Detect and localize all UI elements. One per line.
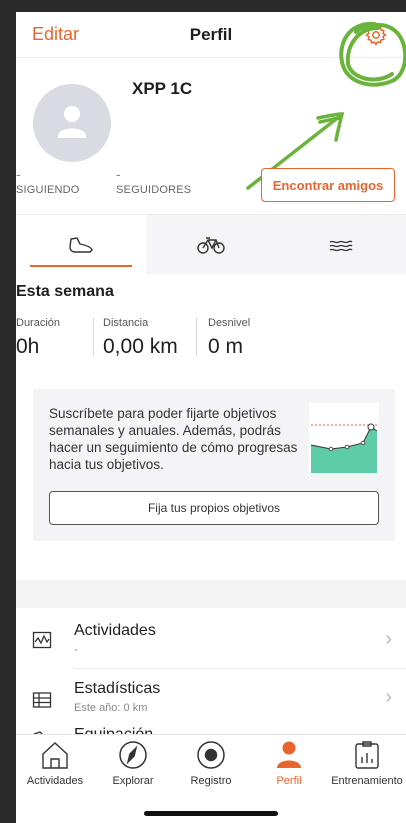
duration-label: Duración — [16, 317, 61, 329]
list-item-subtitle: - — [74, 644, 78, 656]
sport-tabs — [16, 214, 406, 275]
distance-value: 0,00 km — [103, 335, 178, 358]
stats-icon — [32, 692, 52, 708]
section-gap — [16, 580, 406, 608]
person-placeholder-icon — [58, 106, 86, 138]
promo-text: Suscríbete para poder fijarte objetivos … — [49, 406, 298, 472]
find-friends-button[interactable]: Encontrar amigos — [261, 168, 395, 202]
nav-label: Actividades — [26, 775, 84, 787]
chevron-right-icon: › — [385, 628, 392, 650]
shoe-icon — [69, 237, 93, 253]
nav-profile[interactable]: Perfil — [250, 739, 328, 793]
elevation-label: Desnivel — [208, 317, 251, 329]
device-frame: Editar Perfil XPP 1C - SIGUIENDO - SEGUI… — [0, 0, 406, 823]
elevation-value: 0 m — [208, 335, 244, 358]
following-label: SIGUIENDO — [16, 184, 80, 196]
tab-ride[interactable] — [146, 215, 276, 275]
nav-explore[interactable]: Explorar — [94, 739, 172, 793]
metric-divider — [196, 318, 197, 356]
profile-screen: Editar Perfil XPP 1C - SIGUIENDO - SEGUI… — [16, 12, 406, 823]
nav-label: Explorar — [112, 775, 154, 787]
nav-label: Entrenamiento — [331, 775, 403, 787]
nav-label: Perfil — [276, 775, 302, 787]
bike-icon — [197, 237, 225, 254]
person-icon — [277, 741, 301, 768]
top-bar: Editar Perfil — [16, 12, 406, 58]
page-title: Perfil — [189, 25, 233, 44]
week-title: Esta semana — [16, 283, 114, 300]
calendar-icon — [355, 741, 379, 769]
list-item-statistics[interactable]: Estadísticas Este año: 0 km › — [16, 668, 406, 728]
swim-icon — [329, 240, 353, 252]
gear-icon[interactable] — [364, 23, 388, 47]
avatar[interactable] — [33, 84, 111, 162]
home-indicator[interactable] — [144, 811, 278, 816]
following-stat[interactable]: - SIGUIENDO — [16, 166, 80, 196]
followers-count: - — [116, 166, 121, 182]
following-count: - — [16, 166, 21, 182]
home-icon — [42, 742, 68, 769]
duration-value: 0h — [16, 335, 40, 358]
activity-icon — [32, 631, 52, 649]
tab-swim[interactable] — [276, 215, 406, 275]
goals-promo-card: Suscríbete para poder fijarte objetivos … — [33, 389, 395, 541]
chevron-right-icon: › — [385, 686, 392, 708]
list-item-subtitle: Este año: 0 km — [74, 702, 148, 714]
list-item-title: Actividades — [74, 622, 156, 639]
list-item-title: Estadísticas — [74, 680, 161, 697]
metric-divider — [93, 318, 94, 356]
followers-stat[interactable]: - SEGUIDORES — [116, 166, 192, 196]
followers-label: SEGUIDORES — [116, 184, 192, 196]
nav-activities[interactable]: Actividades — [16, 739, 94, 793]
tab-run[interactable] — [16, 215, 146, 275]
bottom-tab-bar: Actividades Explorar Registro Perfil Ent… — [16, 734, 406, 823]
list-item-activities[interactable]: Actividades - › — [16, 608, 406, 668]
record-icon — [197, 741, 225, 769]
nav-label: Registro — [190, 775, 232, 787]
compass-icon — [119, 741, 147, 769]
progress-chart-icon — [309, 403, 379, 473]
nav-training[interactable]: Entrenamiento — [328, 739, 406, 793]
set-goals-button[interactable]: Fija tus propios objetivos — [49, 491, 379, 525]
nav-record[interactable]: Registro — [172, 739, 250, 793]
username: XPP 1C — [132, 79, 193, 98]
distance-label: Distancia — [103, 317, 149, 329]
